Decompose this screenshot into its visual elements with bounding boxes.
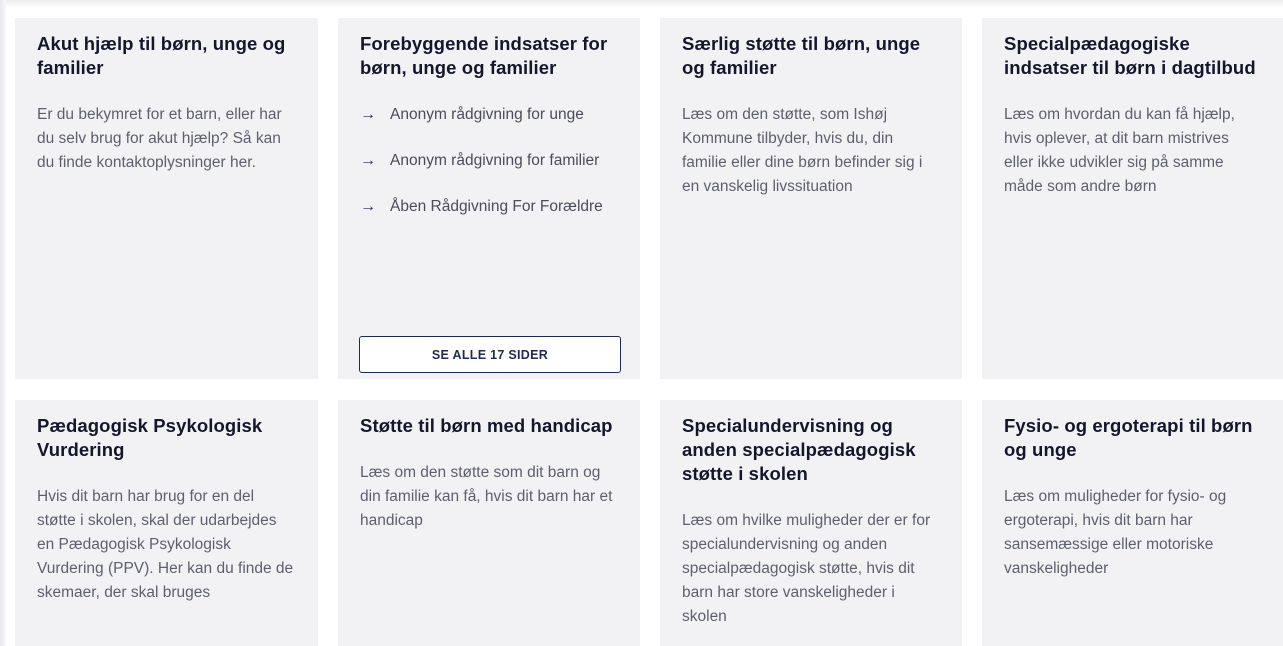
- link-label[interactable]: Åben Rådgivning For Forældre: [390, 195, 603, 219]
- link-label[interactable]: Anonym rådgivning for familier: [390, 149, 599, 173]
- card-akut-hjaelp[interactable]: Akut hjælp til børn, unge og familier Er…: [15, 18, 318, 379]
- card-specialpaedagogiske-indsatser[interactable]: Specialpædagogiske indsatser til børn i …: [982, 18, 1283, 379]
- link-label[interactable]: Anonym rådgivning for unge: [390, 103, 584, 127]
- card-saerlig-stoette[interactable]: Særlig støtte til børn, unge og familier…: [660, 18, 962, 379]
- card-stoette-handicap[interactable]: Støtte til børn med handicap Læs om den …: [338, 400, 640, 646]
- card-title[interactable]: Specialpædagogiske indsatser til børn i …: [1004, 32, 1261, 80]
- arrow-right-icon: →: [360, 152, 376, 169]
- card-description: Læs om hvilke muligheder der er for spec…: [682, 512, 931, 625]
- arrow-right-icon: →: [360, 198, 376, 215]
- card-paedagogisk-psykologisk-vurdering[interactable]: Pædagogisk Psykologisk Vurdering Hvis di…: [15, 400, 318, 646]
- card-description: Læs om muligheder for fysio- og ergotera…: [1004, 488, 1227, 577]
- link-list: → Anonym rådgivning for unge → Anonym rå…: [360, 103, 618, 219]
- card-description: Læs om hvordan du kan få hjælp, hvis opl…: [1004, 106, 1235, 195]
- link-anonym-raadgivning-unge[interactable]: → Anonym rådgivning for unge: [360, 103, 618, 127]
- card-description: Er du bekymret for et barn, eller har du…: [37, 106, 282, 171]
- left-edge-shadow: [0, 0, 6, 646]
- card-title[interactable]: Fysio- og ergoterapi til børn og unge: [1004, 414, 1261, 462]
- card-forebyggende-indsatser: Forebyggende indsatser for børn, unge og…: [338, 18, 640, 379]
- page: Akut hjælp til børn, unge og familier Er…: [0, 0, 1283, 646]
- card-title[interactable]: Særlig støtte til børn, unge og familier: [682, 32, 940, 80]
- card-description: Hvis dit barn har brug for en del støtte…: [37, 488, 294, 601]
- top-edge-shadow: [0, 0, 1283, 8]
- card-title[interactable]: Akut hjælp til børn, unge og familier: [37, 32, 296, 80]
- arrow-right-icon: →: [360, 106, 376, 123]
- card-title[interactable]: Pædagogisk Psykologisk Vurdering: [37, 414, 296, 462]
- card-description: Læs om den støtte, som Ishøj Kommune til…: [682, 106, 923, 195]
- card-description: Læs om den støtte som dit barn og din fa…: [360, 464, 613, 529]
- card-fysio-ergoterapi[interactable]: Fysio- og ergoterapi til børn og unge Læ…: [982, 400, 1283, 646]
- card-specialundervisning[interactable]: Specialundervisning og anden specialpæda…: [660, 400, 962, 646]
- card-title[interactable]: Specialundervisning og anden specialpæda…: [682, 414, 940, 486]
- card-title[interactable]: Støtte til børn med handicap: [360, 414, 618, 438]
- card-title[interactable]: Forebyggende indsatser for børn, unge og…: [360, 32, 618, 80]
- see-all-button[interactable]: SE ALLE 17 SIDER: [359, 336, 621, 373]
- link-anonym-raadgivning-familier[interactable]: → Anonym rådgivning for familier: [360, 149, 618, 173]
- link-aaben-raadgivning-foraeldre[interactable]: → Åben Rådgivning For Forældre: [360, 195, 618, 219]
